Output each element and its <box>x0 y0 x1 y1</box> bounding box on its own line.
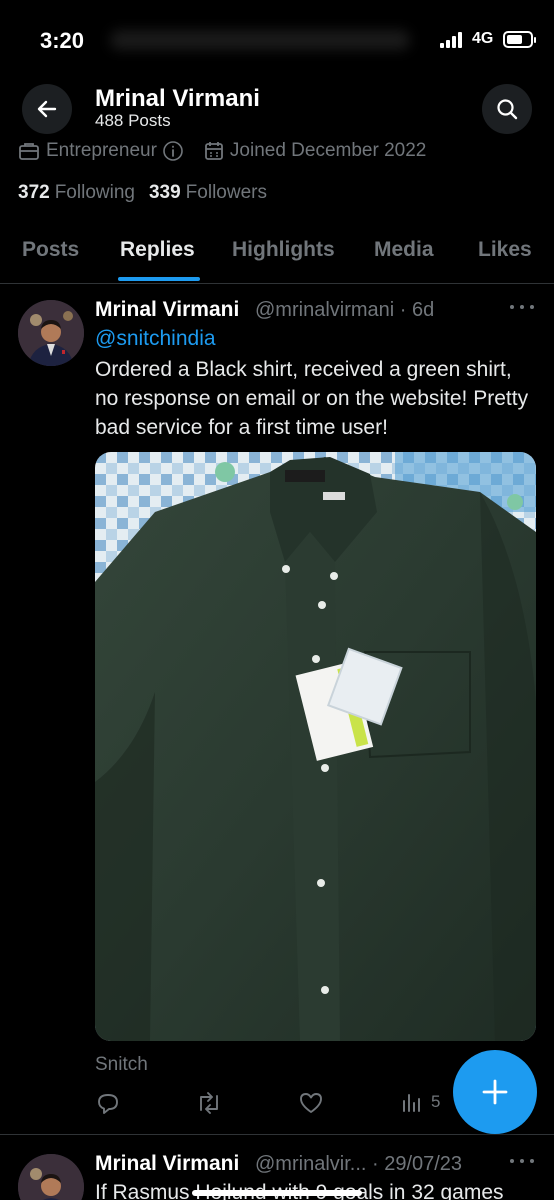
tab-media[interactable]: Media <box>374 238 434 262</box>
active-tab-indicator <box>118 277 200 281</box>
compose-button[interactable] <box>453 1050 537 1134</box>
following-count: 372 <box>18 182 50 203</box>
profession: Entrepreneur <box>18 140 190 162</box>
tab-likes[interactable]: Likes <box>478 238 532 262</box>
search-button[interactable] <box>482 84 532 134</box>
following-label: Following <box>54 182 135 203</box>
followers-label: Followers <box>185 182 267 203</box>
header-name: Mrinal Virmani <box>95 85 260 112</box>
status-bar: 3:20 4G <box>0 0 554 80</box>
tweet-actions: 5 <box>95 1090 455 1120</box>
following-link[interactable]: 372 Following <box>18 182 135 204</box>
briefcase-icon <box>19 143 39 160</box>
tab-posts[interactable]: Posts <box>22 238 79 262</box>
heart-icon <box>300 1093 322 1113</box>
more-options-icon[interactable] <box>510 303 534 311</box>
avatar[interactable] <box>18 300 84 366</box>
blurred-region <box>110 30 410 50</box>
info-icon[interactable] <box>162 140 184 162</box>
views-button[interactable]: 5 <box>400 1090 440 1114</box>
followers-link[interactable]: 339 Followers <box>149 182 267 204</box>
battery-fill <box>507 35 522 44</box>
tweet-author-handle: @mrinalvirmani · 6d <box>255 299 435 321</box>
tweet-mention[interactable]: @snitchindia <box>95 327 216 351</box>
plus-icon <box>482 1079 508 1105</box>
profession-label: Entrepreneur <box>46 140 157 161</box>
tweet-text: Ordered a Black shirt, received a green … <box>95 358 529 439</box>
like-button[interactable] <box>298 1090 324 1116</box>
followers-count: 339 <box>148 182 181 203</box>
back-button[interactable] <box>22 84 72 134</box>
avatar[interactable] <box>18 1154 84 1200</box>
shirt-photo <box>95 452 536 1041</box>
image-source-label: Snitch <box>95 1054 148 1075</box>
avatar-image <box>18 300 84 366</box>
tweet-author-name[interactable]: Mrinal Virmani <box>95 1152 239 1176</box>
tweet-author-handle: @mrinalvir... · 29/07/23 <box>255 1153 463 1175</box>
calendar-icon <box>205 142 223 160</box>
repost-icon <box>200 1092 218 1114</box>
signal-icon <box>440 32 466 48</box>
reply-icon <box>98 1094 118 1114</box>
profile-meta: Entrepreneur Joined December 2022 <box>18 140 440 162</box>
follow-stats: 372 Following 339 Followers <box>18 182 281 204</box>
home-indicator[interactable] <box>192 1190 362 1196</box>
search-icon <box>497 99 518 120</box>
tab-highlights[interactable]: Highlights <box>232 238 335 262</box>
profile-header: Mrinal Virmani 488 Posts <box>0 80 554 140</box>
repost-button[interactable] <box>195 1090 223 1116</box>
arrow-left-icon <box>37 100 57 118</box>
status-time: 3:20 <box>40 28 85 53</box>
bar-chart-icon <box>403 1094 420 1112</box>
tweet-author-name[interactable]: Mrinal Virmani <box>95 298 239 322</box>
tweet[interactable]: Mrinal Virmani @mrinalvirmani · 6d @snit… <box>0 285 554 1135</box>
tab-replies[interactable]: Replies <box>120 238 195 262</box>
tweet-image[interactable] <box>95 452 536 1041</box>
avatar-image <box>18 1154 84 1200</box>
view-count: 5 <box>431 1092 441 1111</box>
battery-icon <box>503 31 536 48</box>
more-options-icon[interactable] <box>510 1157 534 1165</box>
network-label: 4G <box>472 30 494 47</box>
profile-tabs: Posts Replies Highlights Media Likes <box>0 222 554 284</box>
header-post-count: 488 Posts <box>95 111 171 130</box>
joined-date: Joined December 2022 <box>204 140 426 162</box>
joined-label: Joined December 2022 <box>229 140 427 161</box>
reply-button[interactable] <box>95 1090 121 1116</box>
